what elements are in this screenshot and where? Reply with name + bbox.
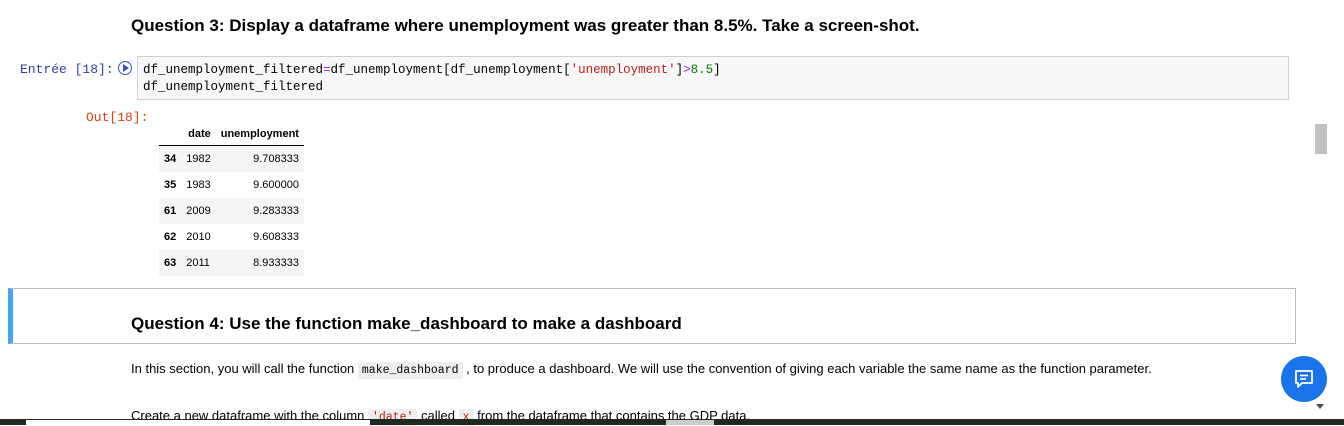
code-editor[interactable]: df_unemployment_filtered=df_unemployment…: [137, 56, 1289, 100]
code-token: 'unemployment': [570, 63, 676, 77]
table-row: 63 2011 8.933333: [159, 250, 304, 276]
question-4-heading: Question 4: Use the function make_dashbo…: [131, 314, 682, 333]
taskbar-segment: [666, 420, 714, 425]
cell-date: 2010: [186, 231, 211, 243]
table-row: 34 1982 9.708333: [159, 145, 304, 172]
question-3-heading: Question 3: Display a dataframe where un…: [131, 16, 920, 35]
row-index: 34: [164, 153, 177, 165]
scroll-down-arrow[interactable]: [1316, 404, 1324, 409]
cell-date: 2009: [186, 205, 211, 217]
play-circle-icon: [123, 64, 129, 72]
instruction-paragraph: In this section, you will call the funct…: [131, 361, 1152, 379]
inline-code: make_dashboard: [357, 362, 463, 379]
row-index: 63: [164, 257, 177, 269]
column-header-date: date: [181, 122, 216, 146]
index-header: [159, 122, 182, 146]
code-token: ]: [713, 63, 721, 77]
taskbar-segment: [26, 420, 370, 425]
chat-button[interactable]: [1281, 356, 1327, 402]
cell-unemployment: 9.708333: [253, 153, 299, 165]
input-prompt: Entrée [18]:: [20, 62, 114, 77]
code-token: =: [323, 63, 331, 77]
row-index: 35: [164, 179, 177, 191]
code-line-1: df_unemployment_filtered=df_unemployment…: [143, 62, 1288, 79]
row-index: 62: [164, 231, 177, 243]
table-row: 35 1983 9.600000: [159, 172, 304, 198]
cell-unemployment: 8.933333: [253, 257, 299, 269]
vertical-scrollbar[interactable]: [1314, 0, 1328, 420]
cell-date: 1982: [186, 153, 211, 165]
code-token: ]: [675, 63, 684, 77]
cell-unemployment: 9.283333: [253, 205, 299, 217]
table-header-row: date unemployment: [159, 122, 304, 146]
output-prompt: Out[18]:: [86, 110, 149, 125]
code-line-2: df_unemployment_filtered: [143, 80, 324, 94]
code-token: df_unemployment[df_unemployment[: [330, 63, 571, 77]
dataframe-table: date unemployment 34 1982 9.708333 35 19…: [159, 122, 304, 276]
scrollbar-thumb[interactable]: [1315, 124, 1327, 154]
cell-unemployment: 9.608333: [253, 231, 299, 243]
run-cell-button[interactable]: [118, 61, 132, 75]
row-index: 61: [164, 205, 177, 217]
cell-date: 2011: [186, 257, 210, 269]
table-row: 61 2009 9.283333: [159, 198, 304, 224]
paragraph-text: In this section, you will call the funct…: [131, 361, 358, 376]
cell-unemployment: 9.600000: [253, 179, 299, 191]
code-token: 8.5: [690, 63, 714, 77]
cell-date: 1983: [186, 179, 211, 191]
table-row: 62 2010 9.608333: [159, 224, 304, 250]
column-header-unemployment: unemployment: [215, 122, 304, 146]
code-token: >: [683, 63, 691, 77]
code-token: df_unemployment_filtered: [143, 63, 324, 77]
paragraph-text: , to produce a dashboard. We will use th…: [462, 361, 1152, 376]
chat-icon: [1295, 370, 1313, 388]
taskbar: [0, 419, 1344, 425]
